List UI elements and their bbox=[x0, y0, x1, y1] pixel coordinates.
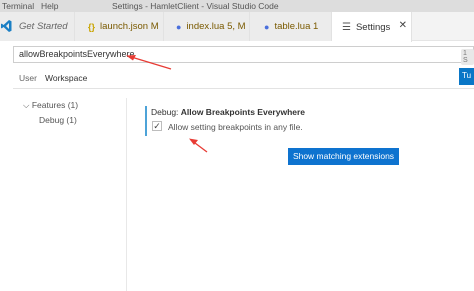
arrow-to-search-icon bbox=[126, 55, 172, 70]
arrow-to-checkbox-icon bbox=[189, 138, 208, 153]
annotation-arrows bbox=[126, 55, 208, 153]
